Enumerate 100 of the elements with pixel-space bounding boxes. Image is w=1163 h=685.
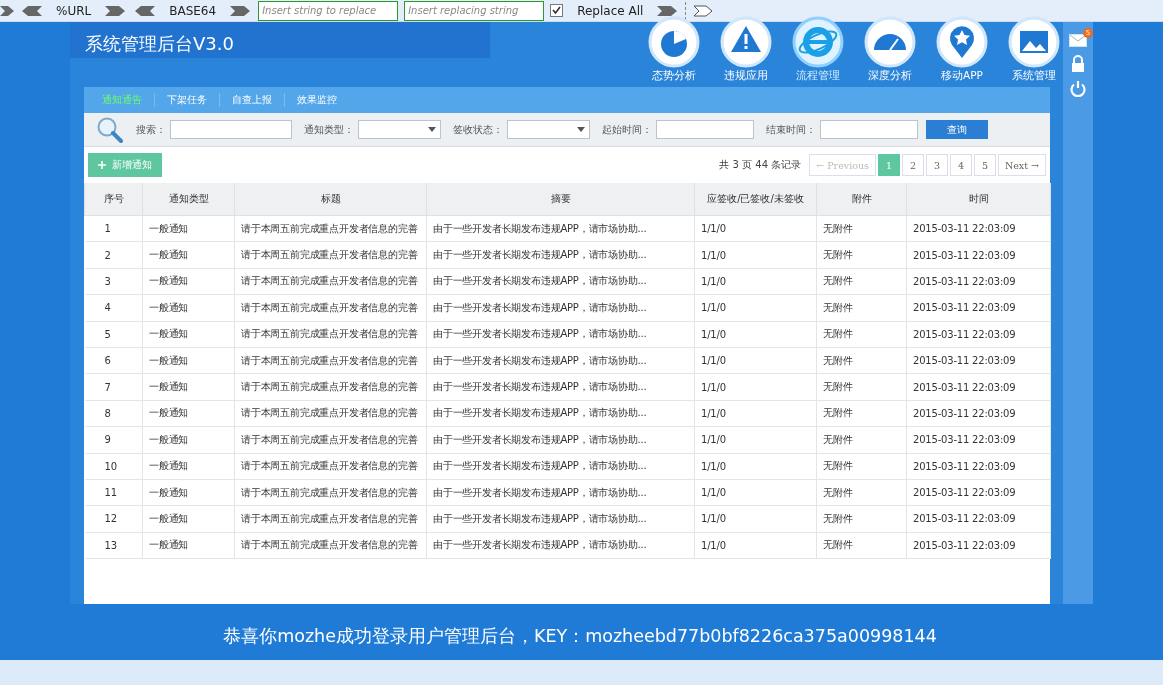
column-header: 附件 [816,183,907,216]
table-cell: 一般通知 [142,268,235,295]
arrow-icon[interactable] [692,4,715,17]
app-title: 系统管理后台V3.0 [70,22,490,58]
caret-icon [577,127,585,132]
star-pin-icon[interactable] [936,16,988,68]
search-field[interactable] [170,120,292,139]
plus-icon [98,161,106,169]
arrow-icon[interactable] [20,4,42,17]
page-button[interactable]: 5 [973,154,996,176]
table-cell: 由于一些开发者长期发布违规APP，请市场协助... [426,373,695,401]
replace-all-checkbox[interactable] [550,4,564,17]
mail-icon[interactable] [1069,34,1087,47]
table-cell: 2015-03-11 22:03:09 [906,400,1051,427]
table-cell: 请于本周五前完成重点开发者信息的完善 [234,505,427,533]
table-cell: 无附件 [816,241,907,269]
pie-chart-icon[interactable] [648,16,700,68]
end-time-field[interactable] [820,120,918,139]
warning-icon[interactable] [720,16,772,68]
table-cell: 无附件 [816,426,907,453]
column-header: 通知类型 [142,183,235,216]
nav-item[interactable]: 移动APP [933,16,991,87]
table-cell: 11 [84,479,143,506]
table-cell: 8 [84,400,143,427]
table-cell: 请于本周五前完成重点开发者信息的完善 [234,347,427,374]
table-cell: 1/1/0 [694,268,817,295]
table-cell: 一般通知 [142,347,235,374]
start-time-label: 起始时间： [602,122,652,137]
search-label: 搜索： [136,122,166,137]
table-cell: 一般通知 [142,532,235,559]
status-label: 签收状态： [453,122,503,137]
record-summary: 共 3 页 44 条记录 [719,158,802,172]
image-icon[interactable] [1008,16,1060,68]
table-cell: 一般通知 [142,241,235,269]
encode-button[interactable]: BASE64 [161,3,225,18]
table-cell: 无附件 [816,400,907,427]
column-header: 摘要 [426,183,695,216]
table-cell: 1/1/0 [694,241,817,269]
column-header: 序号 [84,183,143,216]
power-icon[interactable] [1070,80,1086,97]
table-cell: 无附件 [816,532,907,559]
table-cell: 12 [84,505,143,533]
nav-item[interactable]: 系统管理 [1005,16,1063,87]
tab[interactable]: 下架任务 [155,93,220,107]
table-cell: 一般通知 [142,505,235,533]
table-cell: 1/1/0 [694,453,817,480]
table-cell: 无附件 [816,294,907,322]
lock-icon[interactable] [1071,55,1085,72]
table-cell: 由于一些开发者长期发布违规APP，请市场协助... [426,505,695,533]
encode-button[interactable]: %URL [48,3,100,18]
table-cell: 2015-03-11 22:03:09 [906,453,1051,480]
tab[interactable]: 效果监控 [285,93,349,107]
table-cell: 2015-03-11 22:03:09 [906,426,1051,453]
query-button[interactable]: 查询 [926,120,988,139]
table-cell: 7 [84,373,143,401]
replace-field[interactable]: Insert replacing string [404,0,545,21]
table-cell: 2015-03-11 22:03:09 [906,347,1051,374]
page-button[interactable]: 3 [925,154,948,176]
table-cell: 请于本周五前完成重点开发者信息的完善 [234,241,427,269]
table-cell: 2015-03-11 22:03:09 [906,505,1051,533]
browser-icon[interactable] [792,16,844,68]
table-cell: 请于本周五前完成重点开发者信息的完善 [234,373,427,401]
column-header: 时间 [906,183,1051,216]
end-time-label: 结束时间： [766,122,816,137]
caret-icon [428,127,436,132]
table-cell: 请于本周五前完成重点开发者信息的完善 [234,215,427,242]
find-field[interactable]: Insert string to replace [258,0,399,21]
table-cell: 由于一些开发者长期发布违规APP，请市场协助... [426,400,695,427]
table-cell: 1/1/0 [694,321,817,348]
table-cell: 无附件 [816,505,907,533]
table-cell: 一般通知 [142,321,235,348]
tab[interactable]: 自查上报 [220,93,285,107]
gauge-icon[interactable] [864,16,916,68]
table-cell: 请于本周五前完成重点开发者信息的完善 [234,453,427,480]
nav-item[interactable]: 深度分析 [861,16,919,87]
table-cell: 请于本周五前完成重点开发者信息的完善 [234,294,427,322]
nav-item[interactable]: 态势分析 [645,16,703,87]
page-button[interactable]: 1 [877,154,900,176]
search-icon [96,116,124,143]
arrow-icon[interactable] [0,4,14,17]
table-cell: 6 [84,347,143,374]
page-button[interactable]: 4 [949,154,972,176]
table-cell: 2015-03-11 22:03:09 [906,294,1051,322]
tab[interactable]: 通知通告 [90,93,155,107]
nav-item[interactable]: 违规应用 [717,16,775,87]
start-time-field[interactable] [656,120,754,139]
table-cell: 2015-03-11 22:03:09 [906,215,1051,242]
next-button[interactable]: Next → [997,154,1046,176]
nav-item[interactable]: 流程管理 [789,16,847,87]
table-cell: 13 [84,532,143,559]
table-cell: 1/1/0 [694,479,817,506]
column-header: 标题 [234,183,427,216]
add-notice-button[interactable]: 新增通知 [88,153,162,177]
table-cell: 2 [84,241,143,269]
page-button[interactable]: 2 [901,154,924,176]
table-cell: 10 [84,453,143,480]
table-cell: 请于本周五前完成重点开发者信息的完善 [234,321,427,348]
table-cell: 由于一些开发者长期发布违规APP，请市场协助... [426,321,695,348]
table-cell: 无附件 [816,479,907,506]
arrow-icon[interactable] [133,4,156,17]
